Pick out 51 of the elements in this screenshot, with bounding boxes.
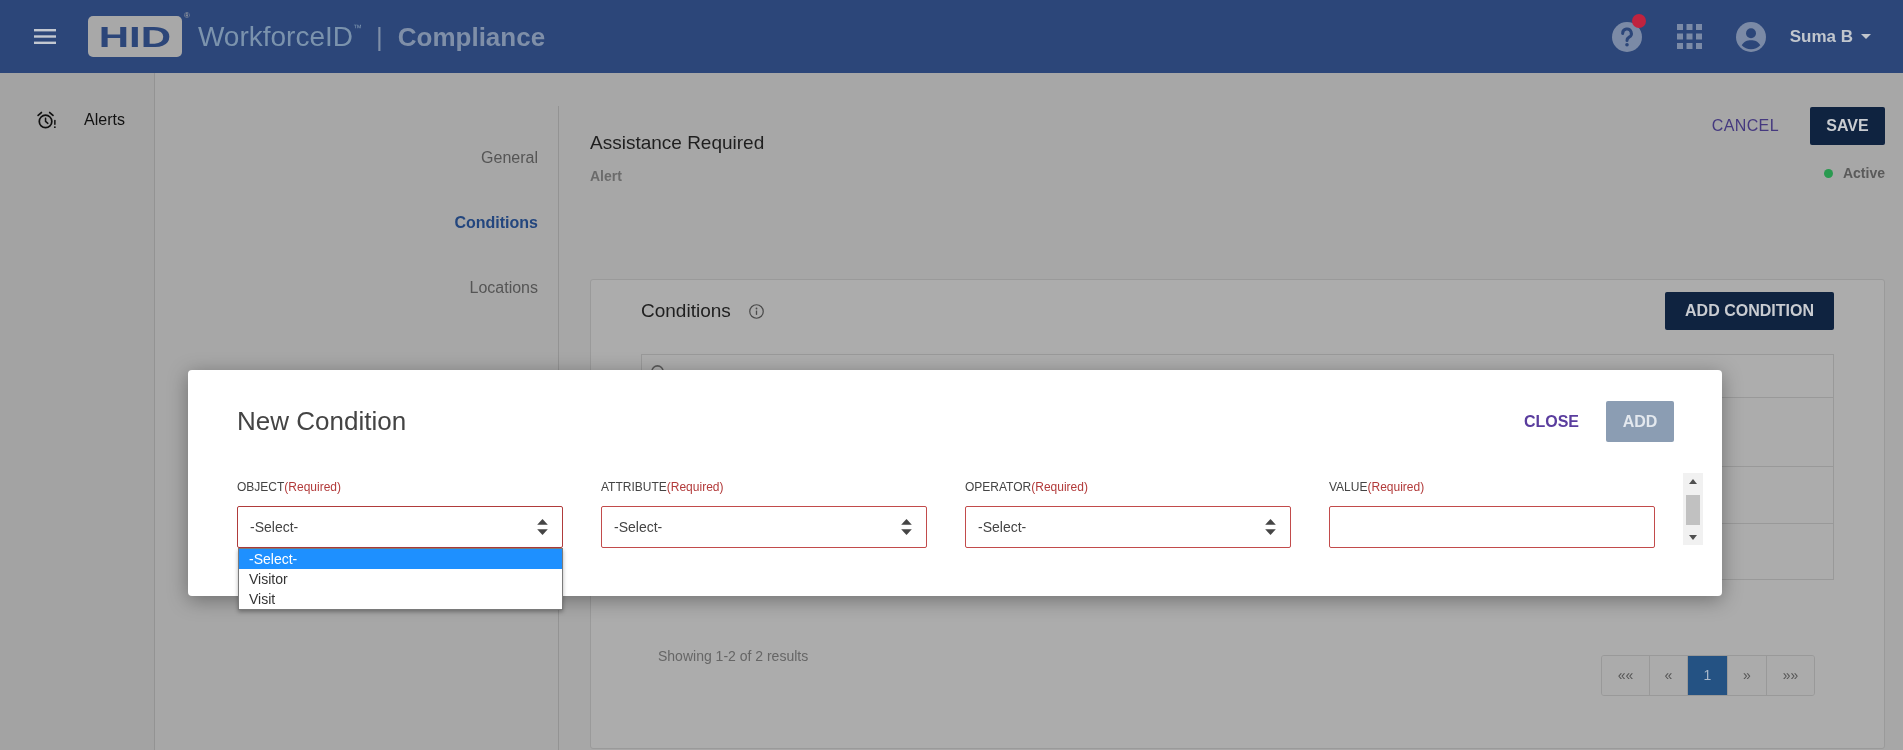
save-button[interactable]: SAVE: [1810, 107, 1885, 145]
dropdown-option[interactable]: Visit: [239, 589, 562, 609]
pagination-button[interactable]: 1: [1687, 656, 1727, 695]
logo: HID: [88, 16, 182, 57]
alarm-clock-icon: [37, 110, 56, 130]
info-icon[interactable]: [748, 303, 764, 319]
registered-mark: ®: [184, 12, 190, 20]
required-note: (Required): [284, 479, 342, 495]
title-separator: |: [376, 20, 383, 54]
select-field[interactable]: -Select-: [237, 506, 563, 548]
cancel-button[interactable]: CANCEL: [1711, 114, 1779, 138]
modal-title: New Condition: [237, 405, 407, 438]
up-down-arrows-icon: [537, 519, 548, 535]
card-title: Conditions: [641, 298, 731, 323]
select-field[interactable]: -Select-: [965, 506, 1291, 548]
menu-icon[interactable]: [34, 29, 56, 44]
field-label: OBJECT: [237, 479, 285, 495]
section-nav-link[interactable]: General: [481, 146, 538, 170]
section-nav-link[interactable]: Locations: [469, 276, 538, 300]
up-down-arrows-icon: [1265, 519, 1276, 535]
required-note: (Required): [666, 479, 724, 495]
pagination-button[interactable]: »»: [1766, 656, 1814, 695]
field-label: VALUE: [1329, 479, 1368, 495]
sidebar-item[interactable]: Alerts: [0, 108, 125, 132]
scrollbar-thumb[interactable]: [1686, 495, 1700, 525]
required-note: (Required): [1367, 479, 1425, 495]
add-condition-button[interactable]: ADD CONDITION: [1665, 292, 1834, 330]
dropdown-option[interactable]: Visitor: [239, 569, 562, 589]
up-down-arrows-icon: [901, 519, 912, 535]
help-icon[interactable]: [1611, 21, 1642, 52]
scroll-up-arrow-icon[interactable]: [1689, 479, 1697, 484]
product-name: WorkforceID$^{™}$: [197, 19, 362, 54]
alert-title: Assistance Required: [590, 131, 765, 155]
select-field[interactable]: -Select-: [601, 506, 927, 548]
required-note: (Required): [1031, 479, 1088, 495]
close-button[interactable]: CLOSE: [1523, 409, 1579, 434]
status-label: Active: [1842, 163, 1885, 183]
field-label: OPERATOR: [965, 479, 1032, 495]
module-name: Compliance: [397, 20, 546, 54]
apps-grid-icon[interactable]: [1676, 24, 1702, 49]
section-nav-link[interactable]: Conditions: [454, 211, 538, 235]
field-label: ATTRIBUTE: [601, 479, 667, 495]
value-input[interactable]: [1329, 506, 1655, 548]
scroll-down-arrow-icon[interactable]: [1689, 535, 1697, 540]
dropdown-option[interactable]: -Select-: [239, 549, 562, 569]
user-avatar-icon[interactable]: [1735, 21, 1766, 52]
alert-type: Alert: [590, 167, 623, 185]
caret-icon: [1861, 34, 1871, 39]
user-menu-button[interactable]: Suma B: [1789, 23, 1871, 50]
scrollbar[interactable]: [1683, 473, 1703, 545]
results-summary: Showing 1-2 of 2 results: [658, 647, 809, 665]
